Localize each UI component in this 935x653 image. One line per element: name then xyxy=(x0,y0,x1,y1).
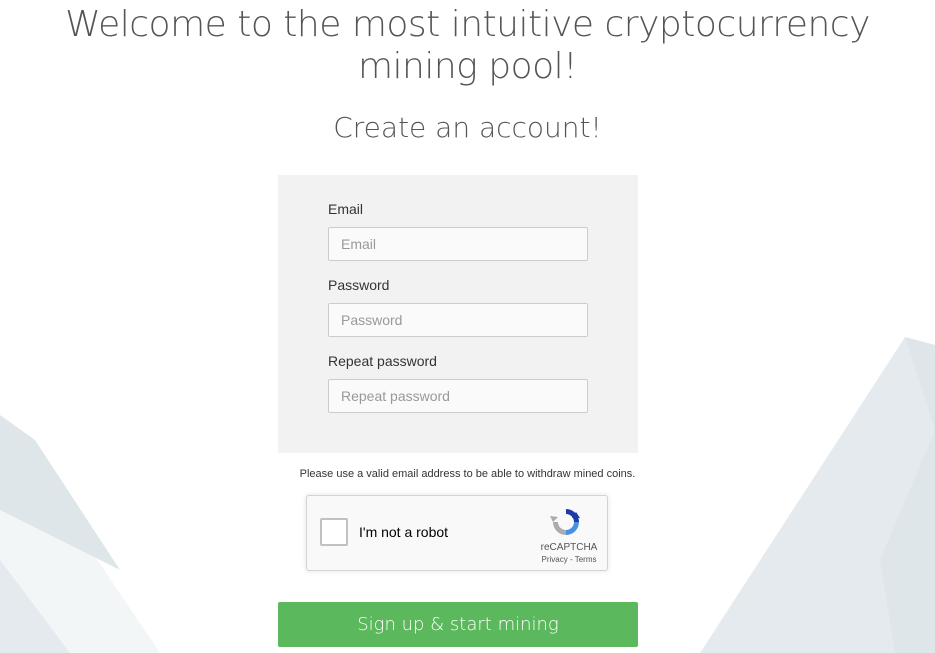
recaptcha-label: I'm not a robot xyxy=(359,524,449,540)
headline-line-2: mining pool! xyxy=(357,46,578,87)
headline-line-1: Welcome to the most intuitive cryptocurr… xyxy=(65,4,870,45)
recaptcha-terms-link[interactable]: Terms xyxy=(575,555,597,564)
email-label: Email xyxy=(328,201,364,217)
create-account-title: Create an account! xyxy=(333,111,602,144)
recaptcha-links-separator: - xyxy=(567,555,575,564)
recaptcha-widget: I'm not a robot reCAPTCHA Privacy - Term… xyxy=(306,495,608,571)
signup-button[interactable]: Sign up & start mining xyxy=(278,602,638,647)
recaptcha-logo-icon xyxy=(550,509,580,535)
password-label: Password xyxy=(328,277,390,293)
recaptcha-privacy-link[interactable]: Privacy xyxy=(542,555,568,564)
recaptcha-links: Privacy - Terms xyxy=(529,555,609,564)
recaptcha-checkbox[interactable] xyxy=(320,518,348,546)
recaptcha-brand-text: reCAPTCHA xyxy=(540,542,598,553)
repeat-password-field[interactable] xyxy=(328,379,588,413)
password-field[interactable] xyxy=(328,303,588,337)
repeat-password-label: Repeat password xyxy=(328,353,437,369)
email-validity-note: Please use a valid email address to be a… xyxy=(299,468,636,480)
signup-form: Email Password Repeat password xyxy=(278,175,638,453)
signup-page: Welcome to the most intuitive cryptocurr… xyxy=(0,0,935,653)
page-headline: Welcome to the most intuitive cryptocurr… xyxy=(0,4,935,88)
email-field[interactable] xyxy=(328,227,588,261)
